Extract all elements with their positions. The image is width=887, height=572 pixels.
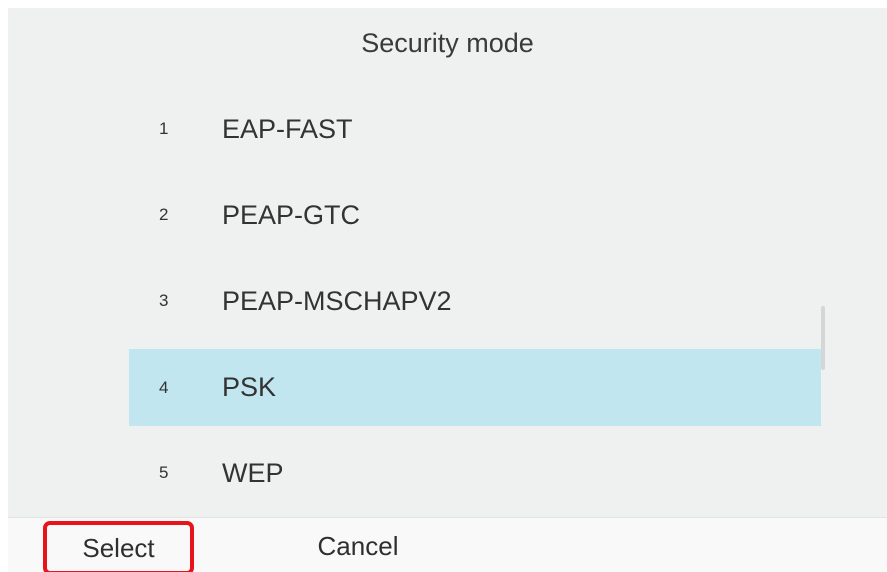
security-mode-list: 1 EAP-FAST 2 PEAP-GTC 3 PEAP-MSCHAPV2 4 … [129,86,821,516]
scrollbar[interactable] [821,306,825,370]
list-item-psk[interactable]: 4 PSK [129,349,821,426]
item-label: PSK [222,372,277,402]
item-number: 4 [159,377,169,397]
cancel-button[interactable]: Cancel [278,526,438,566]
list-item-peap-gtc[interactable]: 2 PEAP-GTC [129,172,821,258]
list-item-eap-fast[interactable]: 1 EAP-FAST [129,86,821,172]
list-item-wep[interactable]: 5 WEP [129,430,821,516]
item-label: PEAP-GTC [222,199,361,230]
item-label: EAP-FAST [222,113,353,144]
item-label: WEP [222,457,284,488]
select-button[interactable]: Select [43,521,194,572]
softkey-bar: Select Cancel [8,517,887,572]
item-number: 3 [159,291,169,310]
phone-screen: Security mode 1 EAP-FAST 2 PEAP-GTC 3 PE… [8,8,887,572]
page-title: Security mode [361,28,534,58]
item-label: PEAP-MSCHAPV2 [222,285,452,316]
item-number: 2 [159,205,169,224]
item-number: 1 [159,119,169,138]
item-number: 5 [159,463,169,482]
list-item-peap-mschapv2[interactable]: 3 PEAP-MSCHAPV2 [129,258,821,344]
